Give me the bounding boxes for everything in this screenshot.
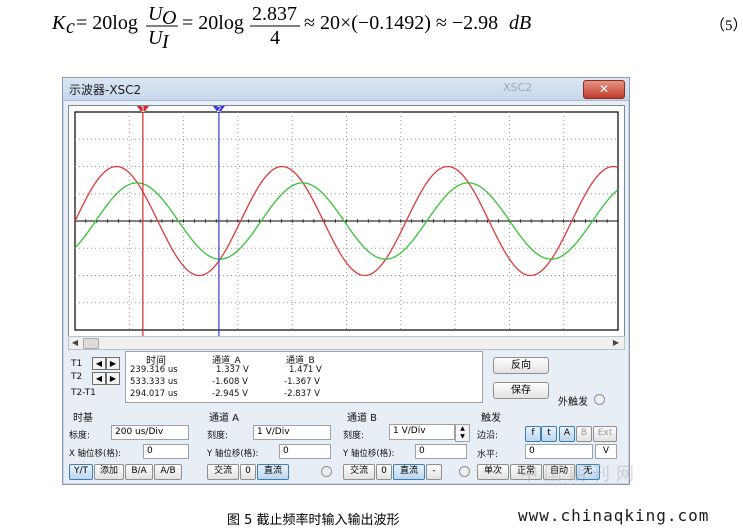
equation-svg: K c = 20log U O U I = 20log 2.837 4 ≈ 20… xyxy=(51,3,531,53)
figure-caption: 图 5 截止频率时输入输出波形 xyxy=(227,513,400,528)
x-position-field[interactable]: 0 xyxy=(143,444,189,459)
channel-b-title: 通道 B xyxy=(347,413,378,424)
channel-b-y-position-label: Y 轴位移(格): xyxy=(343,449,395,459)
channel-b-radio[interactable] xyxy=(459,466,470,477)
channel-a-radio[interactable] xyxy=(321,466,332,477)
trigger-level-unit[interactable]: V xyxy=(595,444,617,459)
trigger-edge-label: 边沿: xyxy=(477,431,499,441)
trigger-level-field[interactable]: 0 xyxy=(525,444,593,459)
scope-plot: 1 2 xyxy=(74,106,619,336)
channel-b-y-position-field[interactable]: 0 xyxy=(415,444,467,459)
t2-right-arrow-icon[interactable]: ▶ xyxy=(106,372,120,385)
channel-a-scale-label: 刻度: xyxy=(207,431,229,441)
channel-b-zero-button[interactable]: 0 xyxy=(376,464,392,480)
eq-part-2: = 20log xyxy=(182,12,244,34)
trigger-source-b-button[interactable]: B xyxy=(576,426,592,442)
trigger-level-label: 水平: xyxy=(477,450,499,460)
row-label-t2-t1: T2-T1 xyxy=(71,388,96,398)
trigger-title: 触发 xyxy=(481,413,501,424)
yt-mode-button[interactable]: Y/T xyxy=(69,464,93,480)
x-position-label: X 轴位移(格): xyxy=(69,449,122,459)
t1-time: 239.316 us xyxy=(130,365,178,375)
delta-channel-a: -2.945 V xyxy=(212,389,248,399)
delta-channel-b: -2.837 V xyxy=(284,389,320,399)
channel-a-zero-button[interactable]: 0 xyxy=(240,464,256,480)
t2-channel-a: -1.608 V xyxy=(212,377,248,387)
channel-b-scale-spinner-icon[interactable]: ▲ ▼ xyxy=(455,424,470,442)
scope-screen[interactable]: 1 2 xyxy=(68,105,625,337)
channel-a-ac-button[interactable]: 交流 xyxy=(207,464,239,480)
watermark-chinese: 中国期刊网 xyxy=(520,464,640,485)
single-mode-button[interactable]: 单次 xyxy=(477,464,509,480)
channel-b-dc-button[interactable]: 直流 xyxy=(393,464,425,480)
ext-trigger-radio[interactable] xyxy=(594,394,605,405)
t2-time: 533.333 us xyxy=(130,377,178,387)
ab-mode-button[interactable]: A/B xyxy=(154,464,182,480)
eq-part-1: = 20log xyxy=(76,12,138,34)
save-button[interactable]: 保存 xyxy=(493,382,549,399)
trigger-source-ext-button[interactable]: Ext xyxy=(593,426,617,442)
background-window-title: XSC2 xyxy=(503,81,533,94)
scroll-left-icon[interactable]: ◀ xyxy=(70,338,80,348)
window-title: 示波器-XSC2 xyxy=(69,83,142,97)
timebase-title: 时基 xyxy=(73,413,93,424)
close-button[interactable]: ✕ xyxy=(583,80,625,99)
channel-a-y-position-field[interactable]: 0 xyxy=(279,444,331,459)
eq-frac2-num: 2.837 xyxy=(252,3,297,25)
scope-grid xyxy=(74,111,619,331)
scroll-right-icon[interactable]: ▶ xyxy=(611,338,621,348)
t2-left-arrow-icon[interactable]: ◀ xyxy=(92,372,106,385)
timebase-scale-field[interactable]: 200 us/Div xyxy=(111,425,189,440)
timebase-scale-label: 标度: xyxy=(69,431,91,441)
cursor-t1-label: 1 xyxy=(140,106,145,114)
channel-b-scale-label: 刻度: xyxy=(343,431,365,441)
t2-channel-b: -1.367 V xyxy=(284,377,320,387)
row-label-t2: T2 xyxy=(71,372,83,382)
t1-channel-b: 1.471 V xyxy=(289,365,322,375)
equation-number: （5） xyxy=(710,18,743,34)
watermark-url: www.chinaqking.com xyxy=(518,506,710,525)
row-label-t1: T1 xyxy=(71,359,83,369)
t1-channel-a: 1.337 V xyxy=(216,365,249,375)
eq-frac1-den-sub: I xyxy=(161,31,170,53)
t1-right-arrow-icon[interactable]: ▶ xyxy=(106,357,120,370)
delta-time: 294.017 us xyxy=(130,389,178,399)
cursor-t2-label: 2 xyxy=(216,106,221,114)
eq-unit: dB xyxy=(509,12,531,34)
channel-a-title: 通道 A xyxy=(209,413,240,424)
channel-a-scale-field[interactable]: 1 V/Div xyxy=(253,425,331,440)
ba-mode-button[interactable]: B/A xyxy=(125,464,153,480)
measurement-table: 时间 通道_A 通道_B 239.316 us 1.337 V 1.471 V … xyxy=(125,351,483,403)
reverse-button[interactable]: 反向 xyxy=(493,357,549,374)
horizontal-scrollbar[interactable]: ◀ ▶ xyxy=(68,336,625,350)
eq-frac2-den: 4 xyxy=(270,27,280,49)
falling-edge-button[interactable]: t xyxy=(541,426,557,442)
scroll-thumb[interactable] xyxy=(83,338,99,349)
channel-b-scale-field[interactable]: 1 V/Div xyxy=(389,424,455,440)
oscilloscope-window: 示波器-XSC2 XSC2 ✕ 1 2 ◀ ▶ T1 ◀ ▶ T2 ◀ ▶ T2… xyxy=(62,77,630,485)
add-mode-button[interactable]: 添加 xyxy=(94,464,124,480)
ext-trigger-label: 外触发 xyxy=(558,397,588,408)
title-bar[interactable]: 示波器-XSC2 XSC2 ✕ xyxy=(63,78,629,101)
eq-lhs-sub: c xyxy=(66,16,75,38)
trigger-source-a-button[interactable]: A xyxy=(559,426,575,442)
eq-lhs: K xyxy=(51,12,67,34)
rising-edge-button[interactable]: f xyxy=(525,426,541,442)
channel-a-dc-button[interactable]: 直流 xyxy=(257,464,289,480)
channel-b-ac-button[interactable]: 交流 xyxy=(343,464,375,480)
channel-b-minus-button[interactable]: - xyxy=(426,464,442,480)
equation: K c = 20log U O U I = 20log 2.837 4 ≈ 20… xyxy=(0,0,743,60)
t1-left-arrow-icon[interactable]: ◀ xyxy=(92,357,106,370)
channel-a-y-position-label: Y 轴位移(格): xyxy=(207,449,259,459)
eq-rest: ≈ 20×(−0.1492) ≈ −2.98 xyxy=(304,12,498,34)
